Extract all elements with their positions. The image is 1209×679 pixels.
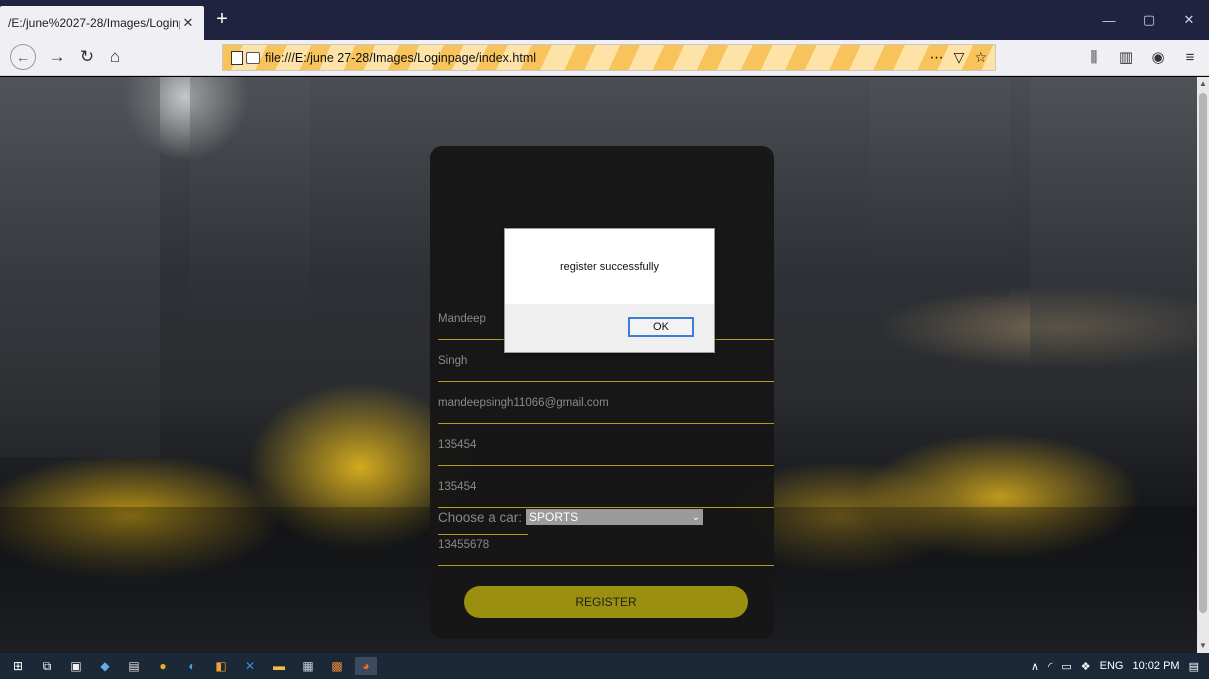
home-icon[interactable]: ⌂: [102, 44, 128, 70]
maximize-button[interactable]: ▢: [1129, 0, 1169, 40]
alert-footer: OK: [505, 304, 714, 352]
file-explorer-icon[interactable]: ▬: [268, 657, 290, 675]
scroll-up-icon[interactable]: ▲: [1197, 77, 1209, 91]
account-icon[interactable]: ◉: [1145, 44, 1171, 70]
tab-close-icon[interactable]: ✕: [180, 15, 196, 31]
pocket-icon[interactable]: ▽: [954, 49, 965, 66]
store-icon[interactable]: ▣: [65, 657, 87, 675]
browser-tab[interactable]: /E:/june%2027-28/Images/Loginpa ✕: [0, 6, 204, 40]
system-tray: ∧ ◜ ▭ ❖ ENG 10:02 PM ▤: [1031, 653, 1199, 679]
register-button[interactable]: REGISTER: [464, 586, 748, 618]
bookmark-star-icon[interactable]: ☆: [974, 49, 987, 66]
background-building: [190, 77, 310, 337]
windows-taskbar: ⊞ ⧉ ▣ ◆ ▤ ● ◐ ◧ ✕ ▬ ▦ ▩ ◕ ∧ ◜ ▭ ❖ ENG 10…: [0, 653, 1209, 679]
dropbox-icon[interactable]: ❖: [1081, 660, 1091, 673]
app-icon-orange[interactable]: ▩: [326, 657, 348, 675]
car-select-value: SPORTS: [529, 510, 579, 524]
email-input[interactable]: mandeepsingh11066@gmail.com: [438, 382, 774, 424]
scrollbar-thumb[interactable]: [1199, 93, 1207, 613]
tab-title: /E:/june%2027-28/Images/Loginpa: [8, 16, 180, 30]
vscode-icon[interactable]: ✕: [239, 657, 261, 675]
address-bar[interactable]: file:///E:/june 27-28/Images/Loginpage/i…: [222, 44, 996, 71]
library-icon[interactable]: ⫼: [1081, 44, 1107, 70]
scroll-down-icon[interactable]: ▼: [1197, 639, 1209, 653]
background-building: [870, 77, 1010, 297]
tray-chevron-icon[interactable]: ∧: [1031, 660, 1039, 673]
task-view-icon[interactable]: ⧉: [36, 657, 58, 675]
alert-dialog: register successfully OK: [504, 228, 715, 353]
alert-message: register successfully: [559, 261, 660, 273]
firefox-icon[interactable]: ◕: [355, 657, 377, 675]
new-tab-button[interactable]: +: [210, 8, 234, 32]
car-select-row: Choose a car: SPORTS ⌄: [438, 509, 704, 525]
confirm-password-input[interactable]: 135454: [438, 466, 774, 508]
edge-icon[interactable]: ◐: [181, 657, 203, 675]
page-icon: [231, 50, 243, 65]
back-arrow-icon[interactable]: ←: [10, 44, 36, 70]
reload-icon[interactable]: ↻: [74, 44, 100, 70]
window-controls: — ▢ ✕: [1089, 0, 1209, 40]
menu-icon[interactable]: ≡: [1177, 44, 1203, 70]
chevron-down-icon: ⌄: [691, 511, 701, 523]
tab-strip: /E:/june%2027-28/Images/Loginpa ✕ + — ▢ …: [0, 0, 1209, 40]
page-actions-icon[interactable]: ⋯: [930, 49, 944, 66]
close-window-button[interactable]: ✕: [1169, 0, 1209, 40]
car-select-label: Choose a car:: [438, 509, 523, 525]
paint-icon[interactable]: ◧: [210, 657, 232, 675]
windows-start-icon[interactable]: ⊞: [7, 657, 29, 675]
sidebar-icon[interactable]: ▥: [1113, 44, 1139, 70]
register-card: Mandeep Singh mandeepsingh11066@gmail.co…: [430, 146, 774, 639]
phone-input[interactable]: 13455678: [438, 524, 774, 566]
battery-icon[interactable]: ▭: [1061, 660, 1071, 673]
forward-arrow-icon[interactable]: →: [44, 44, 70, 70]
car-select[interactable]: SPORTS ⌄: [526, 509, 704, 525]
clock[interactable]: 10:02 PM: [1133, 660, 1180, 672]
app-icon[interactable]: ◆: [94, 657, 116, 675]
url-text[interactable]: file:///E:/june 27-28/Images/Loginpage/i…: [265, 51, 930, 65]
chrome-icon[interactable]: ●: [152, 657, 174, 675]
ok-button[interactable]: OK: [628, 317, 694, 337]
photos-icon[interactable]: ▦: [297, 657, 319, 675]
background-building: [1030, 77, 1197, 377]
password-input[interactable]: 135454: [438, 424, 774, 466]
connection-info-icon[interactable]: [246, 51, 260, 64]
page-scrollbar[interactable]: ▲ ▼: [1197, 77, 1209, 653]
minimize-button[interactable]: —: [1089, 0, 1129, 40]
navigation-toolbar: ← → ↻ ⌂ file:///E:/june 27-28/Images/Log…: [0, 40, 1209, 76]
wifi-icon[interactable]: ◜: [1048, 660, 1052, 673]
background-building: [0, 77, 160, 457]
notepad-icon[interactable]: ▤: [123, 657, 145, 675]
language-indicator[interactable]: ENG: [1100, 660, 1124, 672]
notification-icon[interactable]: ▤: [1189, 660, 1199, 673]
